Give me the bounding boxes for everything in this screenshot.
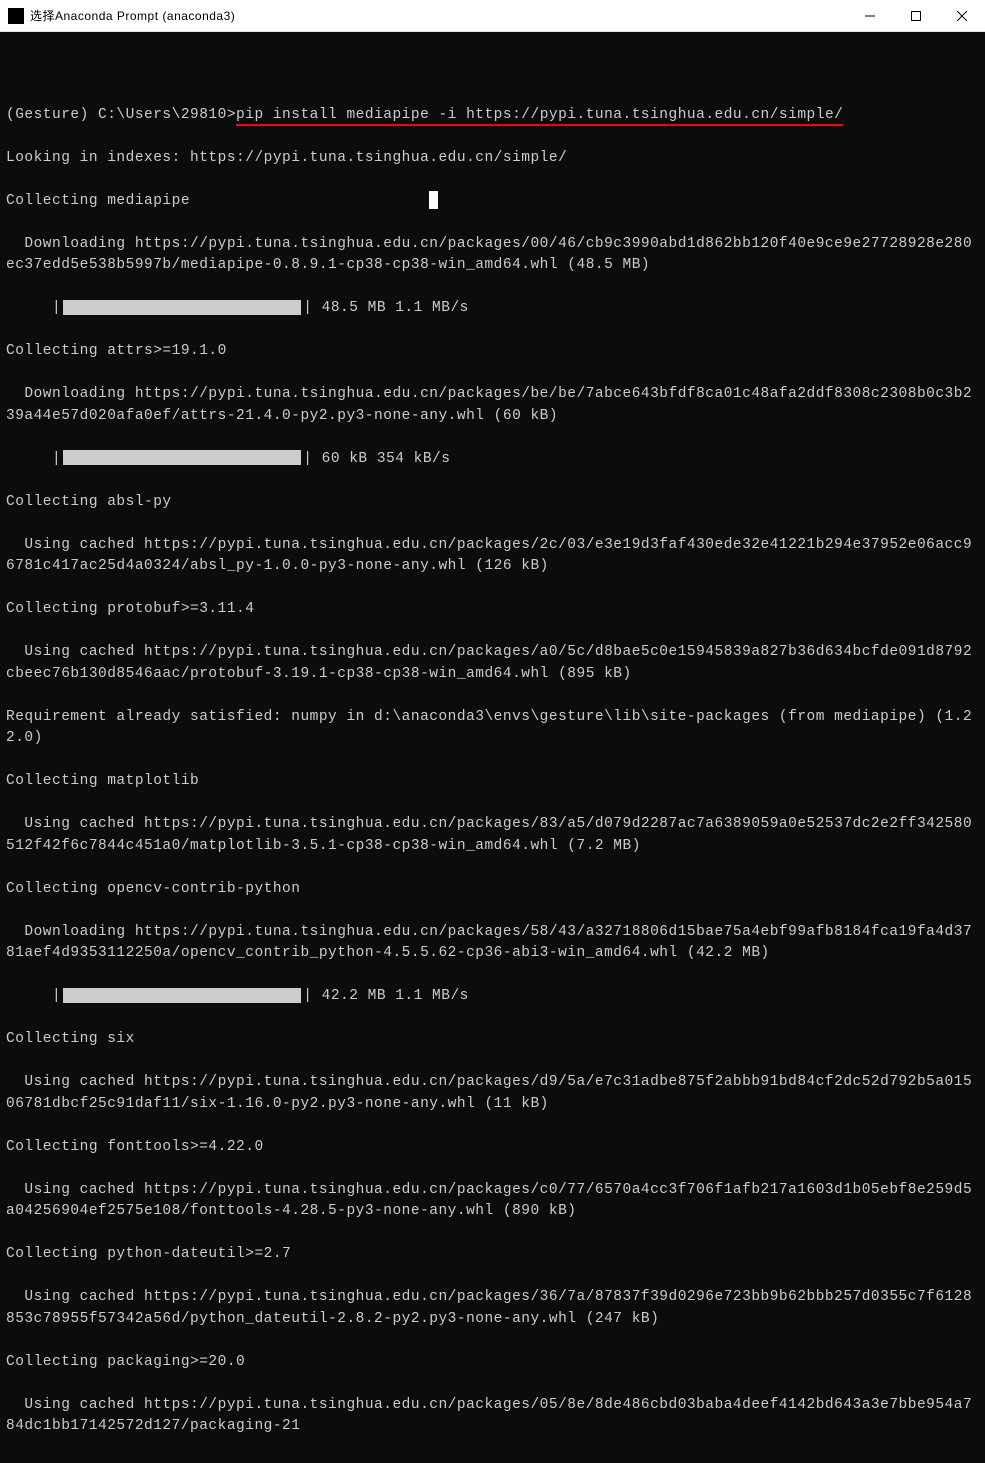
prompt-env: (Gesture) xyxy=(6,107,98,123)
window-controls xyxy=(847,0,985,31)
terminal-line: Downloading https://pypi.tuna.tsinghua.e… xyxy=(6,384,979,427)
progress-bar xyxy=(63,450,301,465)
maximize-button[interactable] xyxy=(893,0,939,31)
close-button[interactable] xyxy=(939,0,985,31)
terminal-line: Collecting opencv-contrib-python xyxy=(6,879,979,901)
terminal-line: Using cached https://pypi.tuna.tsinghua.… xyxy=(6,814,979,857)
terminal-area[interactable]: (Gesture) C:\Users\29810>pip install med… xyxy=(0,32,985,1463)
terminal-line: || 42.2 MB 1.1 MB/s xyxy=(6,986,979,1008)
terminal-line: Collecting protobuf>=3.11.4 xyxy=(6,599,979,621)
minimize-button[interactable] xyxy=(847,0,893,31)
terminal-line: Downloading https://pypi.tuna.tsinghua.e… xyxy=(6,922,979,965)
terminal-line: Collecting python-dateutil>=2.7 xyxy=(6,1244,979,1266)
terminal-line: Collecting absl-py xyxy=(6,492,979,514)
terminal-line: Using cached https://pypi.tuna.tsinghua.… xyxy=(6,642,979,685)
terminal-line: Using cached https://pypi.tuna.tsinghua.… xyxy=(6,1287,979,1330)
cmd-icon xyxy=(8,8,24,24)
command-text: pip install mediapipe -i https://pypi.tu… xyxy=(236,107,843,126)
terminal-line: Using cached https://pypi.tuna.tsinghua.… xyxy=(6,535,979,578)
title-left: 选择Anaconda Prompt (anaconda3) xyxy=(8,7,235,24)
terminal-line: Using cached https://pypi.tuna.tsinghua.… xyxy=(6,1395,979,1438)
prompt-line: (Gesture) C:\Users\29810>pip install med… xyxy=(6,105,979,127)
prompt-path: C:\Users\29810> xyxy=(98,107,236,123)
terminal-line: Using cached https://pypi.tuna.tsinghua.… xyxy=(6,1072,979,1115)
progress-bar xyxy=(63,300,301,315)
progress-bar xyxy=(63,988,301,1003)
terminal-line: Looking in indexes: https://pypi.tuna.ts… xyxy=(6,148,979,170)
terminal-line: Collecting matplotlib xyxy=(6,771,979,793)
window-title: 选择Anaconda Prompt (anaconda3) xyxy=(30,7,235,24)
text-cursor xyxy=(429,191,438,209)
terminal-line: Collecting attrs>=19.1.0 xyxy=(6,341,979,363)
terminal-line: Collecting fonttools>=4.22.0 xyxy=(6,1137,979,1159)
terminal-line: Downloading https://pypi.tuna.tsinghua.e… xyxy=(6,234,979,277)
terminal-line: || 48.5 MB 1.1 MB/s xyxy=(6,298,979,320)
terminal-line: Collecting mediapipe xyxy=(6,191,979,213)
terminal-line xyxy=(6,62,979,84)
terminal-line: Collecting six xyxy=(6,1029,979,1051)
terminal-line: Collecting packaging>=20.0 xyxy=(6,1352,979,1374)
terminal-line: Requirement already satisfied: numpy in … xyxy=(6,707,979,750)
terminal-line: Using cached https://pypi.tuna.tsinghua.… xyxy=(6,1180,979,1223)
terminal-line: || 60 kB 354 kB/s xyxy=(6,449,979,471)
window-titlebar: 选择Anaconda Prompt (anaconda3) xyxy=(0,0,985,32)
